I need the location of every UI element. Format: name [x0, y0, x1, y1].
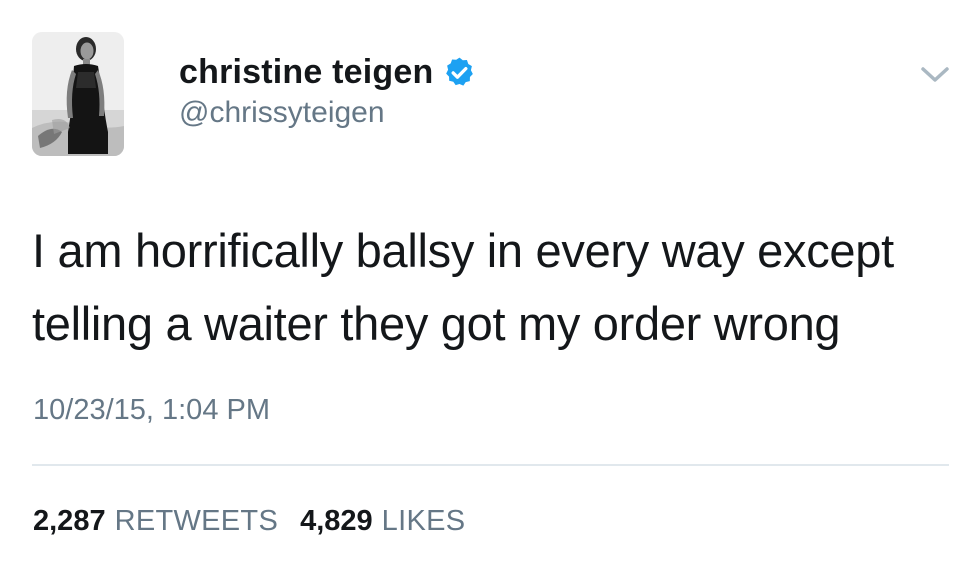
tweet-menu-button[interactable]: [917, 62, 953, 86]
likes-stat[interactable]: 4,829 LIKES: [300, 503, 465, 539]
avatar-photo: [32, 32, 124, 156]
tweet-stats: 2,287 RETWEETS 4,829 LIKES: [33, 503, 465, 539]
chevron-down-icon: [921, 67, 949, 82]
likes-label: LIKES: [381, 505, 466, 537]
user-handle[interactable]: @chrissyteigen: [179, 95, 385, 131]
tweet-text: I am horrifically ballsy in every way ex…: [32, 224, 894, 350]
retweets-label: RETWEETS: [114, 505, 279, 537]
retweets-stat[interactable]: 2,287 RETWEETS: [33, 503, 278, 539]
divider: [32, 464, 949, 466]
display-name[interactable]: christine teigen: [179, 50, 433, 94]
verified-badge-icon: [446, 57, 474, 86]
retweets-count: 2,287: [33, 505, 106, 537]
author-name-row: christine teigen: [179, 50, 476, 94]
avatar[interactable]: [32, 32, 124, 156]
likes-count: 4,829: [300, 505, 373, 537]
tweet-card: christine teigen @chrissyteigen I am hor…: [0, 0, 980, 571]
tweet-timestamp[interactable]: 10/23/15, 1:04 PM: [33, 392, 270, 428]
